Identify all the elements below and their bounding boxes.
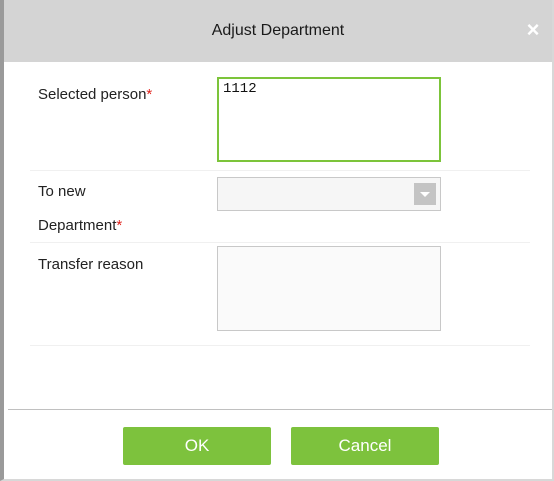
adjust-department-dialog: Adjust Department × Selected person* 111… [0,0,554,481]
close-icon[interactable]: × [522,19,544,41]
department-select[interactable] [217,177,441,211]
ok-button[interactable]: OK [123,427,271,465]
cancel-button[interactable]: Cancel [291,427,439,465]
chevron-down-icon[interactable] [414,183,436,205]
footer-divider [8,409,552,410]
required-mark: * [116,217,123,234]
dialog-title: Adjust Department [211,22,345,39]
transfer-reason-label: Transfer reason [38,256,144,273]
selected-person-label-text: Selected person [38,86,147,103]
transfer-reason-field[interactable] [217,246,441,331]
department-label-line2: Department* [38,217,122,234]
row-divider [30,242,530,243]
department-label-line1: To new [38,183,86,200]
dialog-titlebar: Adjust Department × [4,0,552,62]
selected-person-label: Selected person* [38,86,152,103]
department-label-text: Department [38,217,117,234]
selected-person-field[interactable]: 1112 [217,77,441,162]
required-mark: * [146,86,153,103]
row-divider [30,345,530,346]
row-divider [30,170,530,171]
